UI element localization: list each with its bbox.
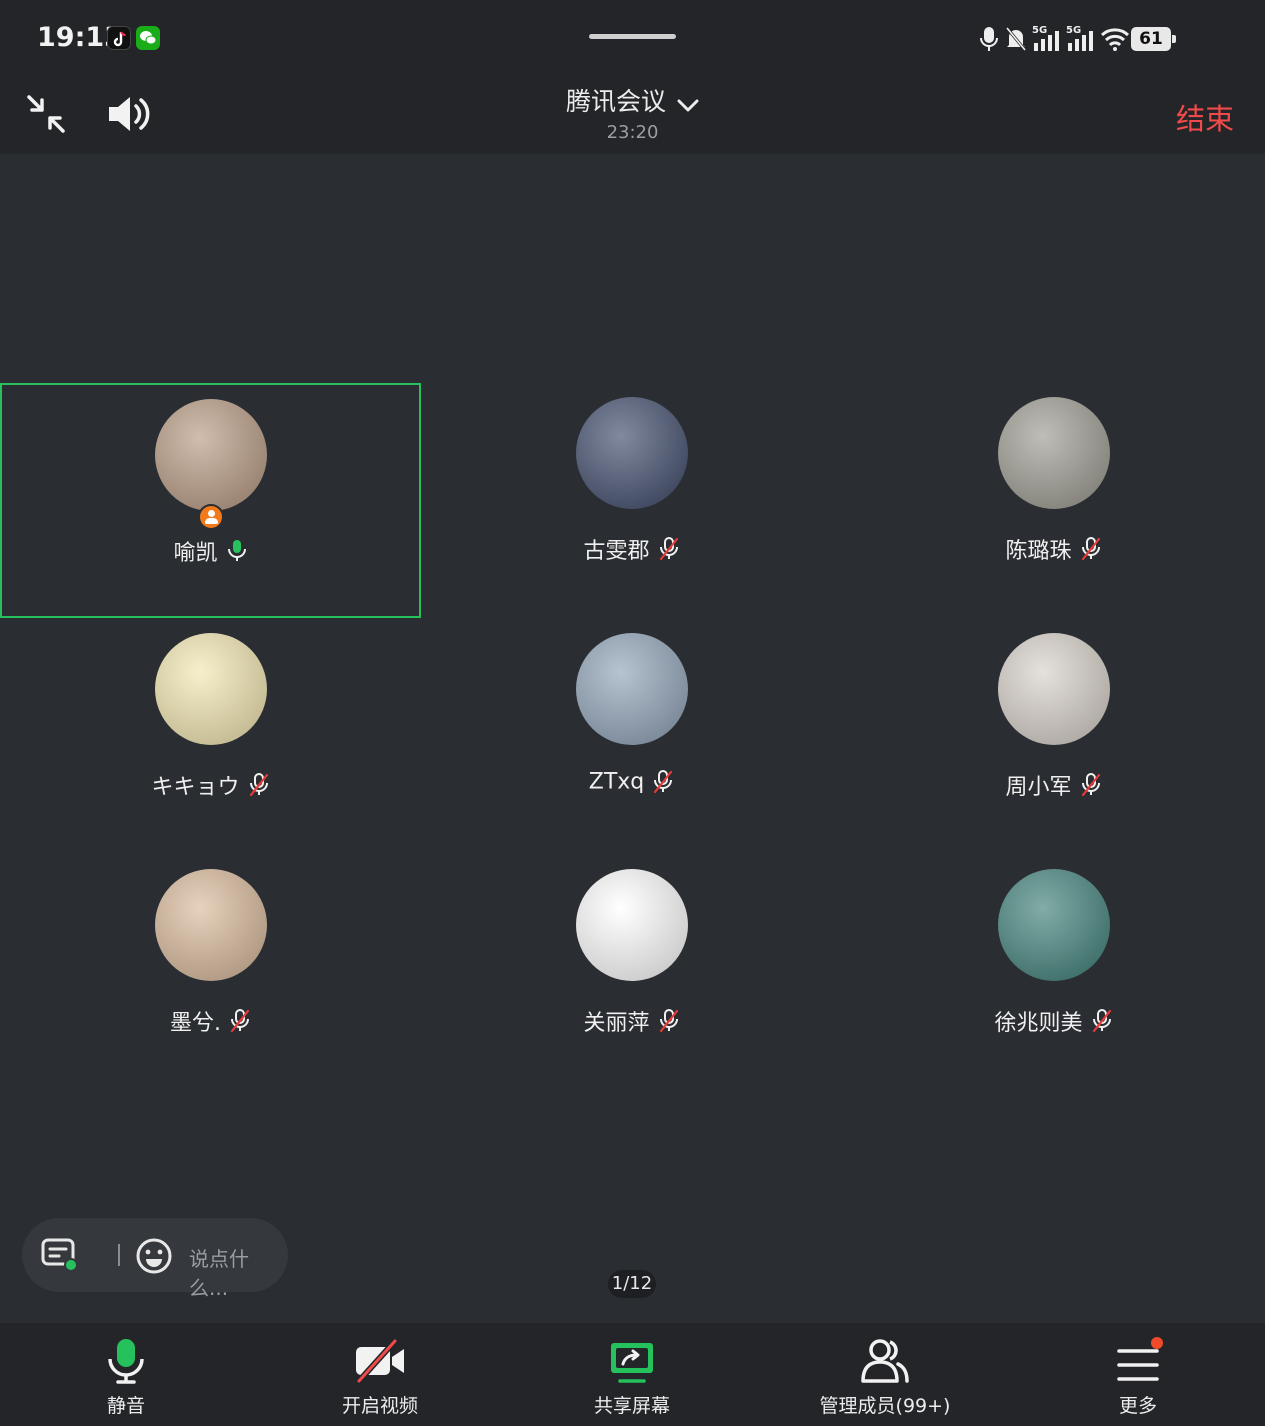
avatar (997, 397, 1110, 509)
mic-muted-icon (1080, 537, 1102, 561)
more-button[interactable]: 更多 (1098, 1323, 1178, 1426)
participant-tile[interactable]: 陈璐珠 (843, 383, 1264, 618)
participant-tile[interactable]: 喻凯 (0, 383, 421, 618)
video-label: 开启视频 (341, 1395, 418, 1417)
participant-tile[interactable]: キキョウ (0, 619, 421, 854)
participant-name-row: ZTxq (421, 769, 842, 795)
avatar (154, 399, 267, 511)
mic-muted-icon (1080, 773, 1102, 797)
participant-name-row: 古雯郡 (421, 533, 842, 565)
mic-muted-icon (248, 773, 270, 797)
participant-tile[interactable]: ZTxq (421, 619, 842, 854)
signal-5g-icon: 5G (1032, 25, 1062, 53)
page-indicator: 1/12 (608, 1270, 656, 1298)
wechat-icon (136, 26, 160, 50)
avatar (154, 869, 267, 981)
tiktok-icon (107, 26, 131, 50)
mic-icon (980, 27, 998, 51)
participant-name: 陈璐珠 (1005, 539, 1072, 564)
signal-5g-icon: 5G (1066, 25, 1096, 53)
members-icon (861, 1339, 909, 1383)
participant-name: 关丽萍 (583, 1011, 650, 1036)
battery-indicator: 61 (1131, 27, 1176, 51)
divider (118, 1244, 120, 1266)
more-label: 更多 (1118, 1395, 1157, 1417)
microphone-icon (108, 1339, 144, 1384)
avatar (575, 397, 688, 509)
share-screen-icon (611, 1343, 653, 1383)
participant-name: 徐兆则美 (994, 1011, 1083, 1036)
participant-name-row: 周小军 (843, 769, 1264, 801)
participant-tile[interactable]: 周小军 (843, 619, 1264, 854)
participant-tile[interactable]: 墨兮. (0, 855, 421, 1090)
participant-name: キキョウ (151, 775, 240, 800)
manage-members-button[interactable]: 管理成员(99+) (810, 1323, 960, 1426)
host-badge-icon (197, 504, 224, 530)
participant-name-row: 墨兮. (0, 1005, 421, 1037)
participant-name: ZTxq (588, 769, 645, 795)
meeting-timer: 23:20 (606, 122, 659, 143)
share-screen-button[interactable]: 共享屏幕 (572, 1323, 692, 1426)
status-icons: 5G 5G (978, 24, 1130, 54)
bottom-toolbar: 静音 开启视频 共享屏幕 管理成员(99+) 更多 (0, 1323, 1265, 1426)
meeting-title: 腾讯会议 (565, 87, 666, 116)
start-video-button[interactable]: 开启视频 (320, 1323, 440, 1426)
mic-on-icon (226, 539, 248, 563)
wifi-icon (1100, 28, 1130, 51)
avatar (575, 869, 688, 981)
avatar (154, 633, 267, 745)
mic-muted-icon (1091, 1009, 1113, 1033)
avatar (997, 633, 1110, 745)
chat-placeholder[interactable]: 说点什么... (189, 1243, 288, 1301)
drag-handle[interactable] (589, 34, 676, 39)
meeting-title-button[interactable]: 腾讯会议 (0, 82, 1265, 118)
meeting-header: 腾讯会议 23:20 结束 (0, 76, 1265, 154)
end-meeting-button[interactable]: 结束 (1176, 96, 1234, 138)
chat-input-bar[interactable]: 说点什么... (22, 1218, 288, 1300)
mic-muted-icon (652, 770, 674, 794)
participant-name-row: キキョウ (0, 769, 421, 801)
avatar (997, 869, 1110, 981)
bell-off-icon (1005, 27, 1027, 51)
camera-off-icon (356, 1338, 404, 1384)
chevron-down-icon (677, 99, 699, 111)
participant-name-row: 陈璐珠 (843, 533, 1264, 565)
participant-name: 周小军 (1005, 775, 1072, 800)
participant-name-row: 喻凯 (2, 535, 419, 567)
participant-name: 墨兮. (170, 1011, 221, 1036)
members-label: 管理成员(99+) (819, 1395, 951, 1417)
participant-tile[interactable]: 关丽萍 (421, 855, 842, 1090)
notification-dot (1151, 1337, 1163, 1349)
mic-muted-icon (658, 1009, 680, 1033)
participant-tile[interactable]: 徐兆则美 (843, 855, 1264, 1090)
mic-muted-icon (658, 537, 680, 561)
emoji-icon[interactable] (135, 1237, 173, 1275)
avatar (575, 633, 688, 745)
status-bar: 19:13 5G 5G 61 (0, 0, 1265, 76)
share-label: 共享屏幕 (593, 1395, 670, 1417)
participant-tile[interactable]: 古雯郡 (421, 383, 842, 618)
mute-button[interactable]: 静音 (66, 1323, 186, 1426)
participant-name-row: 关丽萍 (421, 1005, 842, 1037)
mic-muted-icon (229, 1009, 251, 1033)
participant-name: 古雯郡 (583, 539, 650, 564)
participant-name: 喻凯 (173, 541, 218, 566)
mute-label: 静音 (106, 1395, 145, 1417)
participant-name-row: 徐兆则美 (843, 1005, 1264, 1037)
chat-list-icon[interactable] (41, 1238, 79, 1272)
